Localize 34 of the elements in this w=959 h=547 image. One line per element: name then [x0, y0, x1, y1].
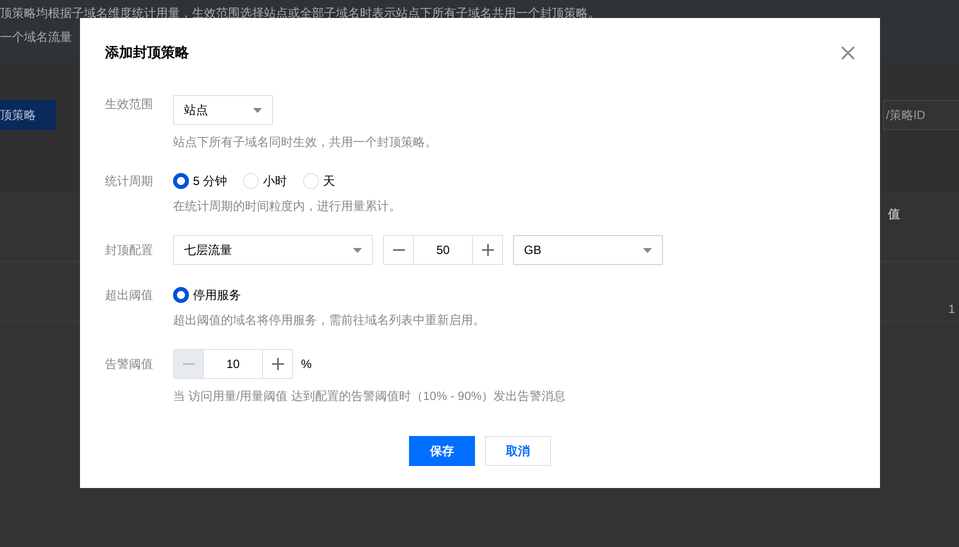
- field-hint: 当 访问用量/用量阈值 达到配置的告警阈值时（10% - 90%）发出告警消息: [173, 388, 567, 405]
- field-hint: 站点下所有子域名同时生效，共用一个封顶策略。: [173, 134, 438, 151]
- caret-icon: [253, 108, 262, 112]
- field-label: 封顶配置: [105, 242, 154, 259]
- scope-select[interactable]: 站点: [173, 95, 273, 125]
- close-icon: [840, 45, 856, 61]
- threshold-stepper[interactable]: 10: [173, 349, 293, 379]
- plus-icon: [272, 358, 284, 370]
- table-cell-text: 1: [948, 301, 955, 318]
- radio-option[interactable]: 小时: [243, 172, 288, 190]
- field-hint: 超出阈值的域名将停用服务，需前往域名列表中重新启用。: [173, 312, 486, 329]
- field-label: 生效范围: [105, 96, 154, 113]
- radio-option[interactable]: 5 分钟: [173, 172, 228, 190]
- caret-icon: [643, 248, 652, 252]
- field-label: 告警阈值: [105, 356, 154, 373]
- unit-select[interactable]: GB: [513, 235, 663, 265]
- metric-select[interactable]: 七层流量: [173, 235, 373, 265]
- close-button[interactable]: [840, 45, 856, 61]
- save-button[interactable]: 保存: [409, 436, 475, 466]
- amount-stepper[interactable]: 50: [383, 235, 503, 265]
- search-field[interactable]: /策略ID: [883, 100, 959, 130]
- radio-option[interactable]: 天: [303, 172, 336, 190]
- column-header: 值: [888, 206, 900, 223]
- field-label: 统计周期: [105, 173, 154, 190]
- dialog-title: 添加封顶策略: [105, 44, 189, 62]
- caret-icon: [353, 248, 362, 252]
- field-hint: 在统计周期的时间粒度内，进行用量累计。: [173, 198, 402, 215]
- radio-option[interactable]: 停用服务: [173, 286, 241, 304]
- notice-text: 一个域名流量: [0, 29, 73, 46]
- plus-icon: [482, 244, 494, 256]
- create-button[interactable]: 顶策略: [0, 100, 56, 130]
- percent-unit: %: [301, 357, 312, 371]
- field-label: 超出阈值: [105, 287, 154, 304]
- cancel-button[interactable]: 取消: [485, 436, 551, 466]
